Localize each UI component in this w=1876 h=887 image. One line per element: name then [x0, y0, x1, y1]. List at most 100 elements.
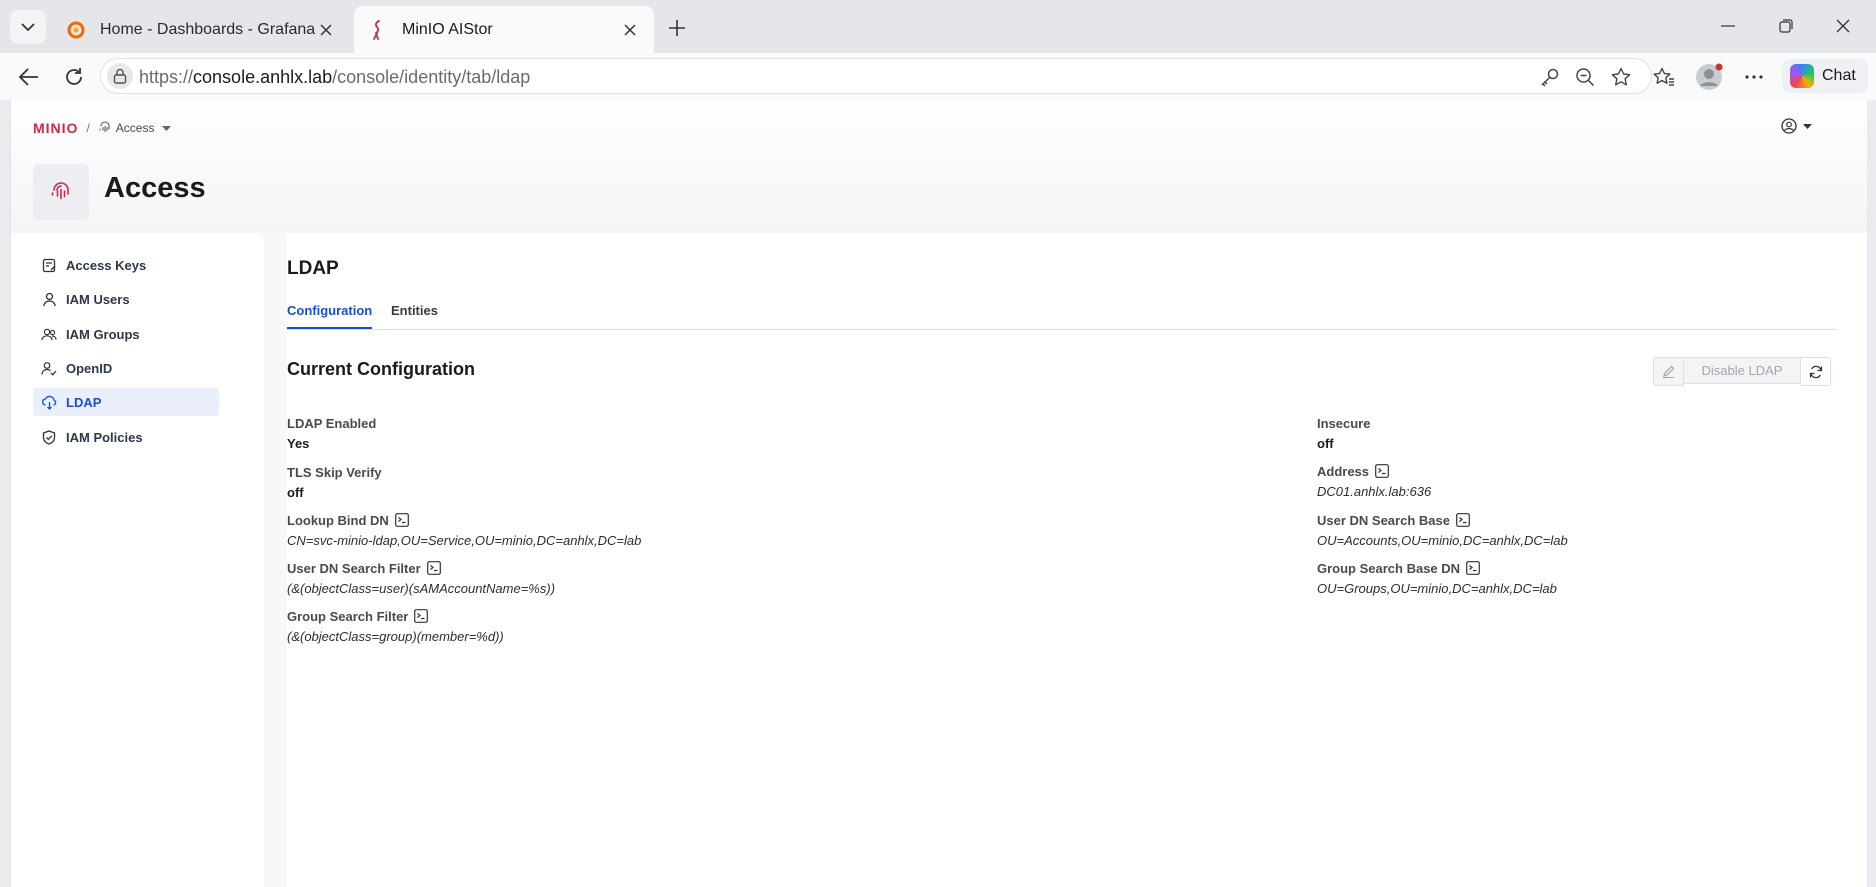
- field-label-text: Group Search Base DN: [1317, 560, 1461, 576]
- page: MINIO / Access Access Access Keys IAM Us…: [10, 100, 1867, 887]
- minimize-button[interactable]: [1705, 8, 1751, 44]
- field-value: off: [1317, 436, 1334, 451]
- chevron-down-icon[interactable]: [162, 125, 172, 131]
- tab-configuration[interactable]: Configuration: [287, 303, 373, 329]
- browser-tab-grafana[interactable]: Home - Dashboards - Grafana: [52, 6, 350, 53]
- terminal-icon: [1456, 513, 1470, 527]
- minimize-icon: [1721, 25, 1735, 27]
- shield-icon: [41, 429, 57, 445]
- url-path: /console/identity/tab/ldap: [332, 67, 531, 87]
- terminal-icon: [394, 513, 409, 527]
- field-label: LDAP Enabled: [287, 414, 376, 432]
- site-info-button[interactable]: [107, 63, 133, 89]
- close-icon[interactable]: [620, 20, 640, 40]
- field-label-text: TLS Skip Verify: [287, 464, 382, 480]
- sidebar-item-label: IAM Users: [66, 291, 130, 307]
- openid-icon: [41, 360, 57, 376]
- main-content: LDAP Configuration Entities Current Conf…: [287, 233, 1867, 887]
- refresh-icon: [1809, 365, 1822, 378]
- favorites-list-icon: [1653, 67, 1674, 86]
- terminal-icon: [414, 609, 429, 623]
- section-title: LDAP: [287, 258, 339, 279]
- terminal-icon: [1375, 464, 1389, 478]
- grafana-icon: [66, 20, 86, 40]
- url-text: https://console.anhlx.lab/console/identi…: [139, 67, 530, 88]
- settings-more-button[interactable]: [1738, 61, 1770, 93]
- sidebar-item-iam-policies[interactable]: IAM Policies: [33, 423, 219, 451]
- key-icon: [1541, 68, 1559, 87]
- chevron-down-icon: [1803, 123, 1812, 129]
- field-label: Group Search Base DN: [1317, 559, 1557, 577]
- url-scheme: https://: [139, 67, 194, 87]
- field-label-text: Group Search Filter: [287, 608, 409, 624]
- favorites-button[interactable]: [1648, 61, 1680, 93]
- field-value: Yes: [287, 436, 310, 451]
- tab-list-button[interactable]: [10, 10, 46, 44]
- copilot-chat-button[interactable]: Chat: [1782, 59, 1868, 93]
- access-page-icon: [33, 164, 89, 220]
- field-label: User DN Search Filter: [287, 559, 555, 577]
- field-value: OU=Groups,OU=minio,DC=anhlx,DC=lab: [1317, 581, 1557, 596]
- sidebar: Access Keys IAM Users IAM Groups OpenID …: [11, 233, 264, 887]
- field-label-text: Address: [1317, 463, 1370, 479]
- pencil-icon: [1663, 365, 1675, 378]
- refresh-button[interactable]: [1801, 357, 1831, 386]
- back-arrow-icon: [19, 68, 38, 86]
- field-insecure: Insecure off: [1317, 414, 1370, 452]
- field-label: Insecure: [1317, 414, 1370, 432]
- sidebar-item-label: IAM Policies: [66, 429, 143, 445]
- favorite-button[interactable]: [1608, 64, 1634, 90]
- lock-icon: [113, 68, 127, 84]
- browser-tab-minio[interactable]: MinIO AIStor: [354, 6, 654, 53]
- sidebar-item-iam-users[interactable]: IAM Users: [33, 285, 219, 313]
- browser-toolbar: https://console.anhlx.lab/console/identi…: [0, 53, 1876, 100]
- close-icon: [1836, 19, 1850, 33]
- breadcrumb-access-link[interactable]: Access: [116, 121, 155, 135]
- config-actions: Disable LDAP: [1653, 357, 1831, 386]
- field-tls-skip-verify: TLS Skip Verify off: [287, 463, 382, 501]
- terminal-icon: [426, 561, 441, 575]
- field-label: TLS Skip Verify: [287, 463, 382, 481]
- edit-button[interactable]: [1653, 357, 1684, 386]
- field-group-search-filter: Group Search Filter (&(objectClass=group…: [287, 607, 504, 645]
- new-tab-button[interactable]: [660, 12, 694, 44]
- reload-button[interactable]: [58, 61, 90, 93]
- tab-bar: Configuration Entities: [287, 295, 1837, 330]
- avatar: [1696, 63, 1723, 90]
- field-value: off: [287, 485, 304, 500]
- user-icon: [41, 291, 57, 307]
- zoom-button[interactable]: [1572, 64, 1598, 90]
- tab-entities[interactable]: Entities: [391, 303, 438, 327]
- sidebar-item-openid[interactable]: OpenID: [33, 354, 219, 382]
- field-group-search-base-dn: Group Search Base DN OU=Groups,OU=minio,…: [1317, 559, 1557, 597]
- breadcrumb-separator: /: [86, 121, 90, 135]
- back-button[interactable]: [13, 61, 45, 93]
- close-window-button[interactable]: [1820, 8, 1866, 44]
- profile-button[interactable]: [1693, 61, 1725, 93]
- password-key-button[interactable]: [1537, 64, 1563, 90]
- breadcrumb: MINIO / Access: [33, 120, 172, 136]
- config-title: Current Configuration: [287, 359, 475, 379]
- sidebar-item-iam-groups[interactable]: IAM Groups: [33, 320, 219, 348]
- access-keys-icon: [41, 257, 57, 273]
- fingerprint-icon: [51, 182, 69, 200]
- sidebar-item-ldap[interactable]: LDAP: [33, 388, 219, 416]
- field-value: CN=svc-minio-ldap,OU=Service,OU=minio,DC…: [287, 533, 642, 548]
- close-icon[interactable]: [316, 20, 336, 40]
- sidebar-item-access-keys[interactable]: Access Keys: [33, 251, 219, 279]
- restore-button[interactable]: [1763, 8, 1809, 44]
- ldap-icon: [41, 394, 57, 410]
- user-menu[interactable]: [1781, 118, 1812, 134]
- tab-title: MinIO AIStor: [402, 20, 493, 38]
- disable-ldap-button[interactable]: Disable LDAP: [1684, 357, 1801, 384]
- star-icon: [1611, 67, 1631, 86]
- minio-logo[interactable]: MINIO: [33, 120, 78, 136]
- reload-icon: [66, 68, 82, 85]
- field-label-text: User DN Search Base: [1317, 512, 1450, 528]
- terminal-icon: [1466, 561, 1480, 575]
- url-host: console.anhlx.lab: [193, 67, 333, 87]
- address-bar[interactable]: https://console.anhlx.lab/console/identi…: [100, 58, 1652, 94]
- chat-label: Chat: [1822, 67, 1856, 84]
- field-value: (&(objectClass=group)(member=%d)): [287, 629, 504, 644]
- tab-title: Home - Dashboards - Grafana: [100, 20, 316, 38]
